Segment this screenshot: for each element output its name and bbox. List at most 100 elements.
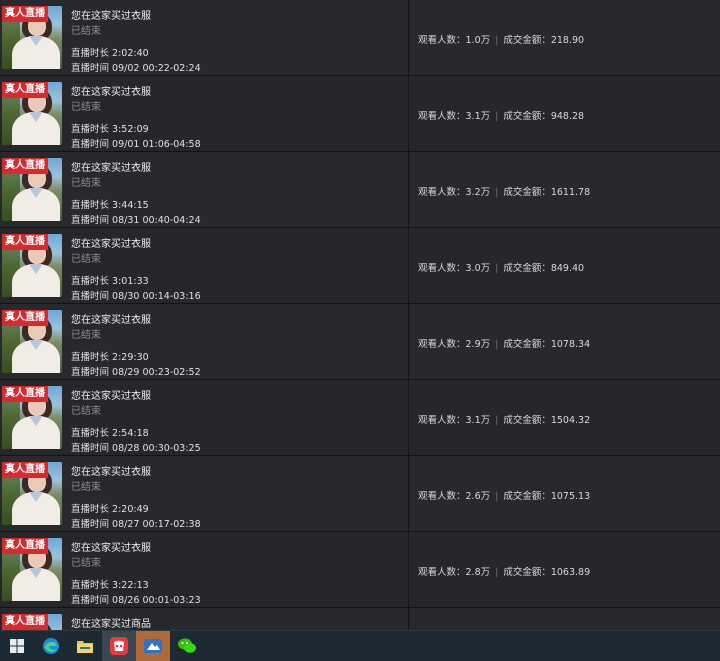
session-duration: 直播时长 3:22:13 (71, 580, 149, 591)
shopping-app-icon[interactable] (102, 630, 136, 661)
session-title[interactable]: 您在这家买过商品 (71, 615, 151, 630)
live-session-row[interactable]: 真人直播 您在这家买过衣服 已结束 直播时长 3:22:13 直播时间 08/2… (0, 532, 720, 608)
live-session-row[interactable]: 真人直播 您在这家买过衣服 已结束 直播时长 3:52:09 直播时间 09/0… (0, 76, 720, 152)
session-info: 真人直播 您在这家买过衣服 已结束 直播时长 3:22:13 直播时间 08/2… (0, 532, 409, 607)
session-title[interactable]: 您在这家买过衣服 (71, 83, 151, 98)
viewers-count: 2.6万 (465, 491, 491, 502)
stats-separator: | (495, 567, 499, 578)
session-thumbnail[interactable]: 真人直播 (2, 158, 62, 221)
live-session-list: 真人直播 您在这家买过衣服 已结束 直播时长 2:02:40 直播时间 09/0… (0, 0, 720, 630)
live-session-row[interactable]: 真人直播 您在这家买过衣服 已结束 直播时长 3:01:33 直播时间 08/3… (0, 228, 720, 304)
session-thumbnail[interactable]: 真人直播 (2, 462, 62, 525)
session-duration: 直播时长 3:44:15 (71, 200, 149, 211)
stats-separator: | (495, 263, 499, 274)
session-stats: 观看人数：2.6万 | 成交金额：1075.13 (418, 488, 590, 502)
session-stats: 观看人数：3.0万 | 成交金额：849.40 (418, 260, 584, 274)
live-session-row[interactable]: 真人直播 您在这家买过衣服 已结束 直播时长 2:29:30 直播时间 08/2… (0, 304, 720, 380)
session-stats: 观看人数：3.2万 | 成交金额：1611.78 (418, 184, 590, 198)
amount-label: 成交金额： (503, 491, 551, 502)
taskbar (0, 630, 720, 661)
live-session-row[interactable]: 真人直播 您在这家买过衣服 已结束 直播时长 2:02:40 直播时间 09/0… (0, 0, 720, 76)
session-stats: 观看人数：1.0万 | 成交金额：218.90 (418, 32, 584, 46)
viewers-label: 观看人数： (418, 187, 466, 198)
viewers-count: 2.9万 (465, 339, 491, 350)
session-timerange: 直播时间 08/29 00:23-02:52 (71, 367, 201, 378)
session-info: 真人直播 您在这家买过衣服 已结束 直播时长 3:01:33 直播时间 08/3… (0, 228, 409, 303)
session-duration: 直播时长 3:01:33 (71, 276, 149, 287)
amount-value: 849.40 (550, 263, 585, 274)
stats-separator: | (495, 491, 499, 502)
session-info: 真人直播 您在这家买过衣服 已结束 直播时长 3:52:09 直播时间 09/0… (0, 76, 409, 151)
session-thumbnail[interactable]: 真人直播 (2, 234, 62, 297)
viewers-count: 3.0万 (465, 263, 491, 274)
live-badge: 真人直播 (2, 538, 48, 554)
session-thumbnail[interactable]: 真人直播 (2, 82, 62, 145)
session-thumbnail[interactable]: 真人直播 (2, 538, 62, 601)
file-explorer-icon[interactable] (68, 631, 102, 661)
media-app-icon[interactable] (136, 630, 170, 661)
session-timerange: 直播时间 09/01 01:06-04:58 (71, 139, 201, 150)
session-title[interactable]: 您在这家买过衣服 (71, 159, 151, 174)
session-status: 已结束 (71, 330, 101, 341)
session-info: 真人直播 您在这家买过衣服 已结束 直播时长 2:54:18 直播时间 08/2… (0, 380, 409, 455)
viewers-count: 3.1万 (465, 111, 491, 122)
session-info: 真人直播 您在这家买过衣服 已结束 直播时长 3:44:15 直播时间 08/3… (0, 152, 409, 227)
wechat-icon[interactable] (170, 631, 204, 661)
live-session-row[interactable]: 真人直播 您在这家买过衣服 已结束 直播时长 2:20:49 直播时间 08/2… (0, 456, 720, 532)
session-timerange: 直播时间 08/28 00:30-03:25 (71, 443, 201, 454)
viewers-count: 3.1万 (465, 415, 491, 426)
session-stats: 观看人数：3.1万 | 成交金额：948.28 (418, 108, 584, 122)
session-title[interactable]: 您在这家买过衣服 (71, 7, 151, 22)
live-badge: 真人直播 (2, 6, 48, 22)
live-session-row[interactable]: 真人直播 您在这家买过商品 (0, 608, 720, 630)
session-duration: 直播时长 2:29:30 (71, 352, 149, 363)
session-timerange: 直播时间 08/31 00:40-04:24 (71, 215, 201, 226)
live-badge: 真人直播 (2, 310, 48, 326)
session-info: 真人直播 您在这家买过衣服 已结束 直播时长 2:02:40 直播时间 09/0… (0, 0, 409, 75)
edge-browser-icon[interactable] (34, 631, 68, 661)
amount-label: 成交金额： (503, 35, 551, 46)
session-title[interactable]: 您在这家买过衣服 (71, 311, 151, 326)
session-duration: 直播时长 2:20:49 (71, 504, 149, 515)
session-duration: 直播时长 3:52:09 (71, 124, 149, 135)
live-session-row[interactable]: 真人直播 您在这家买过衣服 已结束 直播时长 2:54:18 直播时间 08/2… (0, 380, 720, 456)
session-status: 已结束 (71, 178, 101, 189)
session-thumbnail[interactable]: 真人直播 (2, 6, 62, 69)
live-badge: 真人直播 (2, 234, 48, 250)
live-badge: 真人直播 (2, 158, 48, 174)
amount-value: 1504.32 (550, 415, 591, 426)
live-badge: 真人直播 (2, 386, 48, 402)
session-info: 真人直播 您在这家买过商品 (0, 608, 409, 630)
viewers-count: 1.0万 (465, 35, 491, 46)
amount-value: 1075.13 (550, 491, 591, 502)
viewers-label: 观看人数： (418, 339, 466, 350)
live-badge: 真人直播 (2, 614, 48, 630)
amount-value: 1611.78 (550, 187, 591, 198)
session-duration: 直播时长 2:54:18 (71, 428, 149, 439)
viewers-label: 观看人数： (418, 567, 466, 578)
viewers-label: 观看人数： (418, 263, 466, 274)
amount-value: 948.28 (550, 111, 585, 122)
stats-separator: | (495, 35, 499, 46)
session-duration: 直播时长 2:02:40 (71, 48, 149, 59)
viewers-label: 观看人数： (418, 491, 466, 502)
live-session-row[interactable]: 真人直播 您在这家买过衣服 已结束 直播时长 3:44:15 直播时间 08/3… (0, 152, 720, 228)
session-info: 真人直播 您在这家买过衣服 已结束 直播时长 2:20:49 直播时间 08/2… (0, 456, 409, 531)
session-title[interactable]: 您在这家买过衣服 (71, 387, 151, 402)
session-title[interactable]: 您在这家买过衣服 (71, 235, 151, 250)
amount-value: 1063.89 (550, 567, 591, 578)
amount-label: 成交金额： (503, 187, 551, 198)
session-status: 已结束 (71, 406, 101, 417)
session-thumbnail[interactable]: 真人直播 (2, 310, 62, 373)
session-timerange: 直播时间 08/27 00:17-02:38 (71, 519, 201, 530)
session-title[interactable]: 您在这家买过衣服 (71, 463, 151, 478)
windows-start-icon[interactable] (0, 631, 34, 661)
stats-separator: | (495, 339, 499, 350)
session-timerange: 直播时间 08/30 00:14-03:16 (71, 291, 201, 302)
amount-label: 成交金额： (503, 111, 551, 122)
session-title[interactable]: 您在这家买过衣服 (71, 539, 151, 554)
amount-label: 成交金额： (503, 263, 551, 274)
session-thumbnail[interactable]: 真人直播 (2, 614, 62, 630)
session-thumbnail[interactable]: 真人直播 (2, 386, 62, 449)
viewers-label: 观看人数： (418, 35, 466, 46)
